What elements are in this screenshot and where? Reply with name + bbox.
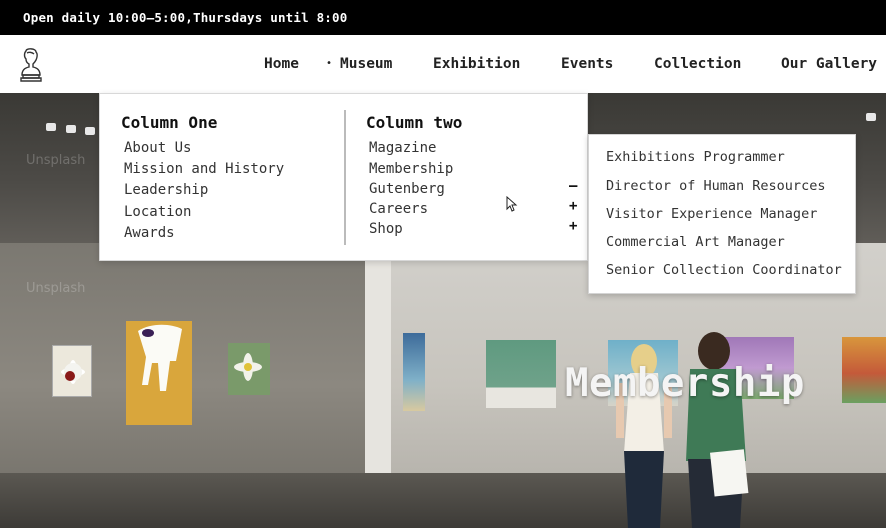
hero-title: Membership [565,361,805,406]
photo-watermark: Unsplash [26,153,86,168]
artwork-blue-strip [403,333,425,411]
hours-banner: Open daily 10:00–5:00,Thursdays until 8:… [0,0,886,35]
menu-item-location[interactable]: Location [124,204,191,220]
nav-home[interactable]: Home [264,35,299,93]
artwork-daisy [52,345,92,397]
ceiling-light [866,113,876,121]
menu-item-gutenberg[interactable]: Gutenberg [369,181,445,197]
careers-submenu: Exhibitions Programmer Director of Human… [588,134,856,294]
expand-toggle[interactable]: + [569,198,577,214]
submenu-item[interactable]: Exhibitions Programmer [606,149,785,165]
ceiling-light [66,125,76,133]
menu-item-mission-history[interactable]: Mission and History [124,161,284,177]
submenu-item[interactable]: Commercial Art Manager [606,234,785,250]
nav-events[interactable]: Events [561,35,613,93]
hours-text: Open daily 10:00–5:00,Thursdays until 8:… [23,10,348,25]
nav-museum[interactable]: Museum [340,35,392,93]
collapse-toggle[interactable]: – [569,178,577,194]
bust-statue-icon[interactable] [18,47,44,83]
menu-item-awards[interactable]: Awards [124,225,175,241]
ceiling-light [46,123,56,131]
ceiling-light [85,127,95,135]
photo-watermark: Unsplash [26,281,86,296]
submenu-item[interactable]: Senior Collection Coordinator [606,262,842,278]
column-two-title: Column two [366,113,463,132]
museum-mega-menu: Column One About Us Mission and History … [99,93,588,261]
menu-item-magazine[interactable]: Magazine [369,140,436,156]
menu-item-careers[interactable]: Careers [369,201,428,217]
active-nav-bullet: • [326,58,333,69]
artwork-green-daisy [228,343,270,395]
menu-item-membership[interactable]: Membership [369,161,453,177]
menu-item-about-us[interactable]: About Us [124,140,191,156]
artwork-orange [842,337,886,403]
artwork-green-field [486,340,556,408]
column-one-title: Column One [121,113,218,132]
expand-toggle[interactable]: + [569,218,577,234]
nav-exhibition[interactable]: Exhibition [433,35,520,93]
menu-item-shop[interactable]: Shop [369,221,403,237]
submenu-item[interactable]: Director of Human Resources [606,178,825,194]
site-header: Home • Museum Exhibition Events Collecti… [0,35,886,93]
artwork-yellow-figure [126,321,192,425]
nav-collection[interactable]: Collection [654,35,741,93]
column-divider [344,110,346,245]
submenu-item[interactable]: Visitor Experience Manager [606,206,817,222]
menu-item-leadership[interactable]: Leadership [124,182,208,198]
mouse-pointer-icon [506,195,518,212]
nav-our-gallery[interactable]: Our Gallery [781,35,877,93]
